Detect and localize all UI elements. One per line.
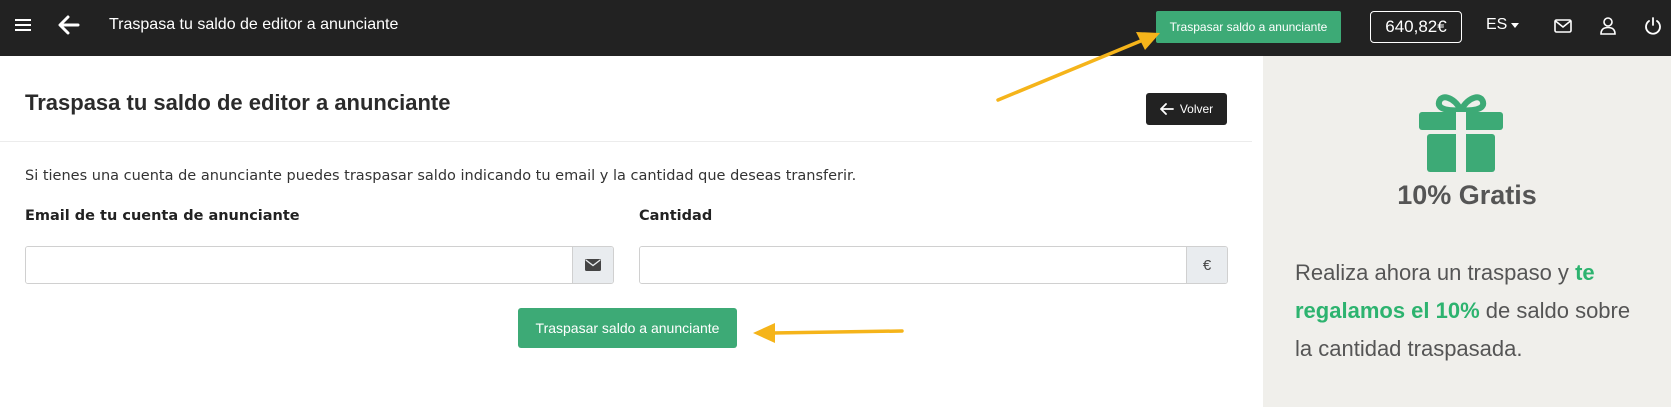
envelope-icon <box>572 247 613 283</box>
mail-icon[interactable] <box>1551 14 1575 38</box>
hamburger-menu-icon[interactable] <box>12 14 34 36</box>
promo-title: 10% Gratis <box>1397 180 1537 210</box>
email-label: Email de tu cuenta de anunciante <box>25 208 300 224</box>
transfer-card: Traspasa tu saldo de editor a anunciante… <box>0 56 1263 407</box>
card-header: Traspasa tu saldo de editor a anunciante… <box>0 56 1252 142</box>
promo-text-before: Realiza ahora un traspaso y <box>1295 260 1576 285</box>
transfer-balance-button-top[interactable]: Traspasar saldo a anunciante <box>1156 11 1341 43</box>
card-title: Traspasa tu saldo de editor a anunciante <box>25 90 451 115</box>
user-icon[interactable] <box>1596 14 1620 38</box>
chevron-down-icon <box>1511 22 1520 28</box>
description-text: Si tienes una cuenta de anunciante puede… <box>25 168 857 184</box>
power-icon[interactable] <box>1641 14 1665 38</box>
quantity-input[interactable] <box>640 247 1186 283</box>
arrow-left-icon <box>1159 103 1174 115</box>
email-input-group <box>25 246 614 284</box>
quantity-label: Cantidad <box>639 208 713 224</box>
promo-panel: 10% Gratis Realiza ahora un traspaso y t… <box>1263 56 1671 407</box>
euro-symbol: € <box>1186 247 1227 283</box>
page-title-topbar: Traspasa tu saldo de editor a anunciante <box>109 16 399 33</box>
balance-badge: 640,82€ <box>1370 11 1462 43</box>
transfer-balance-submit-button[interactable]: Traspasar saldo a anunciante <box>518 308 737 348</box>
email-input[interactable] <box>26 247 572 283</box>
language-label: ES <box>1486 16 1508 33</box>
back-button[interactable]: Volver <box>1146 93 1227 125</box>
top-navbar: Traspasa tu saldo de editor a anunciante… <box>0 0 1671 56</box>
back-arrow-icon[interactable] <box>56 12 82 38</box>
quantity-input-group: € <box>639 246 1228 284</box>
language-selector[interactable]: ES <box>1486 16 1520 34</box>
gift-icon <box>1419 94 1503 172</box>
promo-text: Realiza ahora un traspaso y te regalamos… <box>1295 254 1645 368</box>
back-button-label: Volver <box>1179 102 1214 116</box>
